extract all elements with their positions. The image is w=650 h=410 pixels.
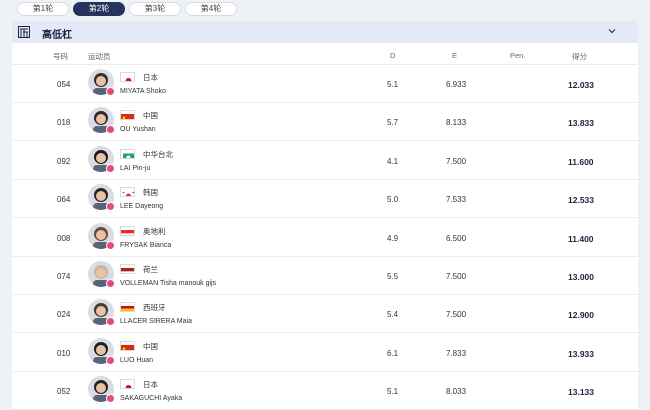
athlete-name[interactable]: OU Yushan bbox=[120, 126, 156, 133]
bib-number: 064 bbox=[57, 195, 71, 205]
total-score: 12.533 bbox=[568, 195, 594, 206]
col-head-bib: 号码 bbox=[53, 52, 68, 61]
round-tabs: 第1轮 第2轮 第3轮 第4轮 bbox=[0, 0, 650, 20]
athlete-name[interactable]: FRYSAK Bianca bbox=[120, 242, 171, 249]
flag-icon bbox=[120, 187, 135, 198]
d-score: 5.1 bbox=[387, 80, 399, 89]
bib-number: 052 bbox=[57, 387, 71, 397]
country-name: 日本 bbox=[143, 380, 158, 390]
d-score: 4.9 bbox=[387, 233, 399, 243]
col-head-e: E bbox=[452, 51, 458, 60]
col-head-pen: Pen. bbox=[510, 51, 526, 60]
total-score: 13.933 bbox=[568, 348, 594, 359]
bib-number: 074 bbox=[57, 272, 71, 281]
uneven-bars-icon bbox=[18, 26, 30, 38]
country-name: 荷兰 bbox=[143, 265, 158, 274]
flag-icon bbox=[120, 148, 135, 159]
athlete-name[interactable]: LEE Dayeong bbox=[120, 203, 163, 210]
table-row[interactable]: 024 西班牙 LLACER SIRERA Maia 5.4 7.500 12.900 bbox=[12, 295, 638, 334]
apparatus-header[interactable]: 高低杠 bbox=[12, 21, 638, 43]
table-row[interactable]: 008 奥地利 FRYSAK Bianca 4.9 6.500 11.400 bbox=[12, 219, 638, 257]
apparatus-title: 高低杠 bbox=[42, 30, 72, 41]
e-score: 8.033 bbox=[446, 387, 467, 397]
athlete-name[interactable]: LAI Pin-ju bbox=[120, 165, 150, 172]
e-score: 6.500 bbox=[446, 233, 467, 243]
total-score: 13.833 bbox=[568, 118, 594, 129]
athlete-name[interactable]: SAKAGUCHI Ayaka bbox=[120, 395, 182, 402]
col-head-d: D bbox=[390, 51, 396, 60]
d-score: 5.7 bbox=[387, 118, 399, 128]
total-score: 12.900 bbox=[568, 310, 594, 321]
country-name: 奥地利 bbox=[143, 226, 166, 236]
table-row[interactable]: 018 中国 OU Yushan 5.7 8.133 13.833 bbox=[12, 103, 638, 142]
e-score: 7.533 bbox=[446, 195, 467, 205]
country-name: 日本 bbox=[143, 73, 158, 82]
athlete-badge-icon bbox=[106, 125, 115, 135]
athlete-badge-icon bbox=[106, 394, 115, 404]
country-name: 中国 bbox=[143, 341, 158, 351]
d-score: 5.0 bbox=[387, 195, 399, 205]
total-score: 13.133 bbox=[568, 387, 594, 398]
athlete-badge-icon bbox=[106, 240, 115, 250]
tab-round-4[interactable]: 第4轮 bbox=[185, 2, 237, 16]
table-row[interactable]: 052 日本 SAKAGUCHI Ayaka 5.1 8.033 13.133 bbox=[12, 372, 638, 410]
table-row[interactable]: 010 中国 LUO Huan 6.1 7.833 13.933 bbox=[12, 334, 638, 372]
d-score: 5.1 bbox=[387, 387, 399, 397]
table-row[interactable]: 054 日本 MIYATA Shoko 5.1 6.933 12.033 bbox=[12, 65, 638, 103]
bib-number: 024 bbox=[57, 310, 71, 320]
athlete-name[interactable]: LLACER SIRERA Maia bbox=[120, 318, 192, 325]
e-score: 7.500 bbox=[446, 272, 467, 281]
athlete-name[interactable]: VOLLEMAN Tisha manouk gijs bbox=[120, 280, 216, 287]
chevron-down-icon[interactable] bbox=[606, 25, 618, 37]
e-score: 7.500 bbox=[446, 156, 467, 166]
d-score: 5.4 bbox=[387, 310, 399, 320]
col-head-athlete: 运动员 bbox=[88, 52, 111, 61]
athlete-name[interactable]: MIYATA Shoko bbox=[120, 88, 166, 95]
e-score: 7.833 bbox=[446, 348, 467, 358]
tab-round-1[interactable]: 第1轮 bbox=[17, 2, 69, 16]
bib-number: 092 bbox=[57, 156, 71, 166]
flag-icon bbox=[120, 264, 135, 274]
total-score: 11.600 bbox=[568, 156, 594, 167]
country-name: 西班牙 bbox=[143, 303, 166, 313]
results-panel: 高低杠 号码 运动员 D E Pen. 得分 054 日本 MIYATA Shoko… bbox=[12, 21, 638, 410]
bib-number: 010 bbox=[57, 348, 71, 358]
tab-round-3[interactable]: 第3轮 bbox=[129, 2, 181, 16]
country-name: 韩国 bbox=[143, 188, 158, 198]
flag-icon bbox=[120, 379, 135, 390]
table-row[interactable]: 074 荷兰 VOLLEMAN Tisha manouk gijs 5.5 7.500 1… bbox=[12, 257, 638, 295]
athlete-badge-icon bbox=[106, 317, 115, 327]
flag-icon bbox=[120, 340, 135, 351]
athlete-badge-icon bbox=[106, 279, 115, 288]
athlete-badge-icon bbox=[106, 163, 115, 173]
flag-icon bbox=[120, 72, 135, 82]
flag-icon bbox=[120, 110, 135, 121]
bib-number: 018 bbox=[57, 118, 71, 128]
d-score: 5.5 bbox=[387, 272, 399, 281]
e-score: 8.133 bbox=[446, 118, 467, 128]
col-head-score: 得分 bbox=[572, 52, 587, 61]
table-row[interactable]: 064 韩国 LEE Dayeong 5.0 7.533 12.533 bbox=[12, 180, 638, 219]
d-score: 6.1 bbox=[387, 348, 399, 358]
country-name: 中国 bbox=[143, 111, 158, 121]
athlete-name[interactable]: LUO Huan bbox=[120, 357, 153, 364]
bib-number: 008 bbox=[57, 233, 71, 243]
total-score: 11.400 bbox=[568, 233, 594, 244]
athlete-badge-icon bbox=[106, 202, 115, 212]
total-score: 13.000 bbox=[568, 272, 594, 282]
flag-icon bbox=[120, 302, 135, 313]
d-score: 4.1 bbox=[387, 156, 399, 166]
table-row[interactable]: 092 中华台北 LAI Pin-ju 4.1 7.500 11.600 bbox=[12, 142, 638, 180]
tab-round-2[interactable]: 第2轮 bbox=[73, 2, 125, 16]
country-name: 中华台北 bbox=[143, 149, 173, 159]
e-score: 7.500 bbox=[446, 310, 467, 320]
e-score: 6.933 bbox=[446, 80, 467, 89]
athlete-badge-icon bbox=[106, 355, 115, 365]
bib-number: 054 bbox=[57, 80, 71, 89]
total-score: 12.033 bbox=[568, 80, 594, 90]
flag-icon bbox=[120, 225, 135, 236]
athlete-badge-icon bbox=[106, 87, 115, 96]
